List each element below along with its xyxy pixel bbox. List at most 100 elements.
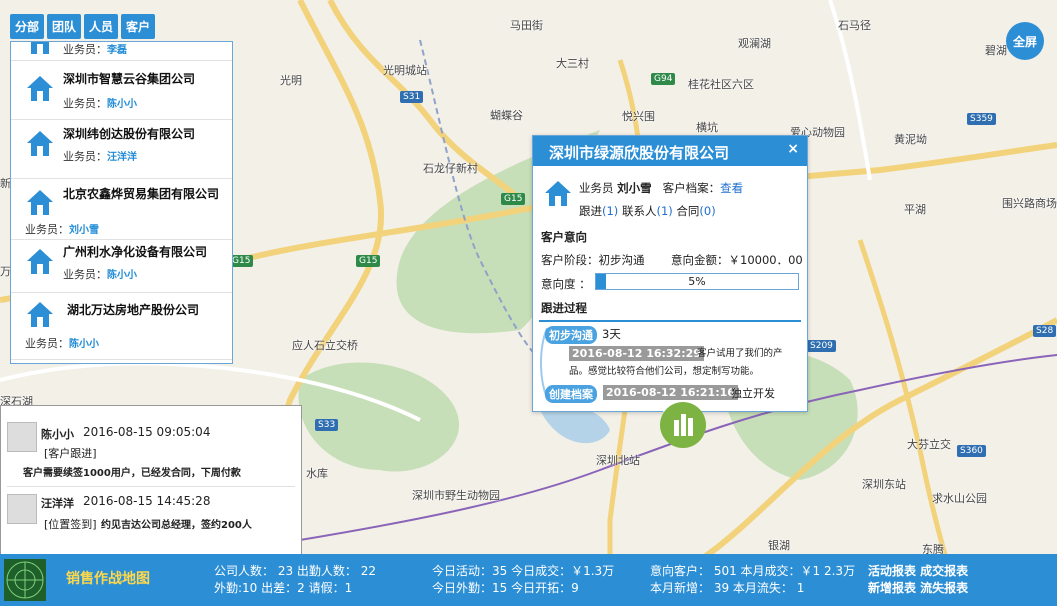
map-place-label: 光明 [280,74,302,87]
sales-label: 业务员 [579,181,614,195]
contract-label: 合同 [676,204,700,218]
sales-name: 刘小雪 [617,181,652,195]
timestamp: 2016-08-12 16:21:16 [603,385,738,400]
feed-tag: [客户跟进] [44,447,97,460]
customer-name[interactable]: 广州利水净化设备有限公司 [63,243,207,260]
map-place-label: 深圳东站 [862,478,906,491]
popup-title: 深圳市绿源欣股份有限公司 [549,144,730,162]
stat-intent: 意向客户： 501 本月成交：￥1 2.3万 [650,564,856,578]
home-icon [27,131,53,156]
archive-label: 客户档案： [662,181,721,195]
sales-name[interactable]: 陈小小 [107,270,137,281]
contract-count-link[interactable]: (0) [699,204,715,218]
customer-list[interactable]: 业务员：李磊 深圳市智慧云谷集团公司 业务员：陈小小 深圳纬创达股份有限公司 业… [10,41,233,364]
sales-name[interactable]: 汪洋洋 [107,152,137,163]
map-place-label: 碧湖 [985,44,1007,57]
stat-today-field: 今日外勤：15 今日开拓：9 [432,581,579,595]
team-button[interactable]: 团队 [47,14,82,39]
map-place-label: 横坑 [696,121,718,134]
stat-today-activity: 今日活动：35 今日成交：￥1.3万 [432,564,615,578]
map-marker[interactable] [660,402,706,448]
feed-user: 陈小小 [41,428,74,441]
intent-title: 客户意向 [541,230,587,244]
sales-label: 业务员： [25,223,69,236]
radar-icon [4,559,46,601]
road-shield: G94 [651,73,676,85]
map-place-label: 平湖 [904,203,926,216]
stage-text: 客户阶段：初步沟通 [541,253,645,267]
map-place-label: 大芬立交 [907,438,951,451]
map-place-label: 深圳北站 [596,454,640,467]
map-place-label: 应人石立交桥 [292,339,358,352]
map-place-label: 观澜湖 [738,37,771,50]
staff-button[interactable]: 人员 [84,14,119,39]
branch-button[interactable]: 分部 [10,14,45,39]
contacts-label: 联系人 [621,204,657,218]
follow-count-link[interactable]: (1) [602,204,618,218]
map-place-label: 石龙仔新村 [423,162,478,175]
customer-button[interactable]: 客户 [121,14,156,39]
activity-feed: 陈小小 2016-08-15 09:05:04 [客户跟进] 客户需要续签100… [0,405,302,556]
list-item[interactable]: 北京农鑫烨贸易集团有限公司 业务员：刘小雪 [11,179,232,240]
list-item[interactable]: 广州利水净化设备有限公司 业务员：陈小小 [11,240,232,293]
road-shield: G15 [356,255,381,267]
stage-duration: 3天 [602,327,621,341]
feed-time: 2016-08-15 09:05:04 [83,425,211,439]
fullscreen-button[interactable]: 全屏 [1006,22,1044,60]
customer-name[interactable]: 北京农鑫烨贸易集团有限公司 [63,184,223,204]
sales-name[interactable]: 陈小小 [107,99,137,110]
progress-text: 5% [688,275,706,288]
close-icon[interactable]: × [787,141,799,157]
feed-tag: [位置签到] [44,518,97,531]
intent-progress-bar: 5% [595,273,799,290]
sales-name[interactable]: 陈小小 [69,339,99,350]
sales-name[interactable]: 刘小雪 [69,225,99,236]
follow-note: 客户试用了我们的产 [697,348,783,359]
list-item[interactable]: 业务员：李磊 [11,42,232,61]
follow-label: 跟进 [579,204,602,218]
list-item[interactable]: 湖北万达房地产股份公司 业务员：陈小小 [11,293,232,360]
road-shield: S359 [967,113,996,125]
road-shield: S360 [957,445,986,457]
popup-header: 深圳市绿源欣股份有限公司 × [533,136,807,166]
stat-staff: 公司人数： 23 出勤人数： 22 [214,564,376,578]
home-icon [27,249,53,274]
contacts-count-link[interactable]: (1) [656,204,672,218]
divider [539,320,801,322]
home-icon [31,42,49,54]
avatar [7,494,37,524]
customer-name[interactable]: 深圳市智慧云谷集团公司 [63,70,195,87]
map-place-label: 水库 [306,467,328,480]
stage-badge: 初步沟通 [545,326,597,344]
map-place-label: 黄泥坳 [894,133,927,146]
map-place-label: 银湖 [768,539,790,552]
process-title: 跟进过程 [541,301,587,315]
home-icon [27,76,53,101]
road-shield: S33 [315,419,339,431]
footer-title: 销售作战地图 [66,571,150,587]
report-links-2[interactable]: 新增报表 流失报表 [868,579,968,596]
customer-name[interactable]: 湖北万达房地产股份公司 [67,301,199,318]
map-place-label: 桂花社区六区 [688,78,754,91]
customer-name[interactable]: 深圳纬创达股份有限公司 [63,125,195,142]
road-shield: G15 [501,193,526,205]
sales-label: 业务员： [63,268,107,281]
timestamp: 2016-08-12 16:32:29 [569,346,704,361]
road-shield: S28 [1033,325,1057,337]
report-links-1[interactable]: 活动报表 成交报表 [868,562,968,579]
list-item[interactable]: 深圳市智慧云谷集团公司 业务员：陈小小 [11,61,232,120]
map-place-label: 大三村 [556,57,589,70]
customer-popup: 深圳市绿源欣股份有限公司 × 业务员 刘小雪 客户档案：查看 跟进(1) 联系人… [532,135,808,425]
home-icon [27,190,53,215]
sales-name[interactable]: 李磊 [107,45,127,56]
degree-label: 意向度 ： [541,277,591,291]
map-place-label: 悦兴围 [622,110,655,123]
list-item[interactable]: 深圳纬创达股份有限公司 业务员：汪洋洋 [11,120,232,179]
follow-note-cont: 品。感觉比较符合他们公司，想定制写功能。 [569,366,760,377]
sales-label: 业务员： [63,97,107,110]
footer-bar: 销售作战地图 公司人数： 23 出勤人数： 22 外勤:10 出差：2 请假：1… [0,554,1057,606]
avatar [7,422,37,452]
archive-link[interactable]: 查看 [720,181,743,195]
road-shield: S31 [400,91,424,103]
feed-text: 约见吉达公司总经理，签约200人 [101,520,252,531]
